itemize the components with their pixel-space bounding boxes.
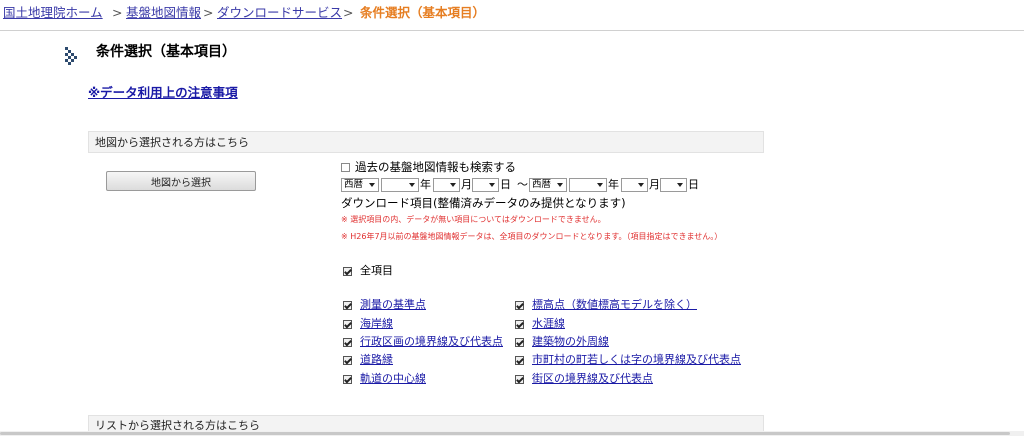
breadcrumb: 国土地理院ホーム > 基盤地図情報 > ダウンロードサービス > 条件選択（基本… — [0, 0, 1024, 31]
item-option[interactable]: 市町村の町若しくは字の境界線及び代表点 — [515, 353, 741, 367]
item-label-block-boundary[interactable]: 街区の境界線及び代表点 — [532, 372, 653, 385]
item-option[interactable]: 行政区画の境界線及び代表点 — [343, 335, 503, 349]
breadcrumb-home-link[interactable]: 国土地理院ホーム — [3, 0, 103, 26]
year-unit: 年 — [420, 178, 431, 191]
page-title: 条件選択（基本項目） — [96, 44, 236, 60]
day-unit: 日 — [688, 178, 699, 191]
item-option[interactable]: 道路縁 — [343, 353, 393, 367]
item-label-survey-points[interactable]: 測量の基準点 — [360, 298, 426, 311]
breadcrumb-separator: > — [203, 5, 214, 20]
item-option[interactable]: 標高点（数値標高モデルを除く） — [515, 298, 697, 312]
breadcrumb-separator: > — [343, 5, 354, 20]
to-era-select[interactable]: 西暦 — [529, 178, 567, 192]
checkbox-icon[interactable] — [515, 374, 524, 384]
breadcrumb-current: 条件選択（基本項目） — [360, 5, 486, 20]
select-from-map-button[interactable]: 地図から選択 — [106, 171, 256, 191]
checkbox-icon[interactable] — [343, 300, 352, 310]
past-search-option[interactable]: 過去の基盤地図情報も検索する — [341, 159, 516, 175]
item-option[interactable]: 海岸線 — [343, 317, 393, 331]
breadcrumb-separator: > — [112, 5, 123, 20]
item-label-rail-centerline[interactable]: 軌道の中心線 — [360, 372, 426, 385]
item-option[interactable]: 水涯線 — [515, 317, 565, 331]
item-label-admin-boundary[interactable]: 行政区画の境界線及び代表点 — [360, 335, 503, 348]
breadcrumb-download-link[interactable]: ダウンロードサービス — [217, 0, 342, 26]
checkbox-icon[interactable] — [515, 355, 524, 365]
checkbox-icon[interactable] — [343, 319, 352, 329]
from-month-select[interactable] — [433, 178, 460, 192]
day-unit: 日 — [500, 178, 511, 191]
checkbox-icon[interactable] — [515, 300, 524, 310]
checkbox-icon[interactable] — [343, 266, 352, 276]
month-unit: 月 — [461, 178, 472, 191]
double-chevron-icon — [65, 47, 77, 65]
to-day-select[interactable] — [660, 178, 687, 192]
checkbox-icon[interactable] — [343, 355, 352, 365]
checkbox-icon[interactable] — [343, 374, 352, 384]
item-option[interactable]: 街区の境界線及び代表点 — [515, 372, 653, 386]
year-unit: 年 — [608, 178, 619, 191]
item-label-road-edge[interactable]: 道路縁 — [360, 353, 393, 366]
item-label-building-outline[interactable]: 建築物の外周線 — [532, 335, 609, 348]
breadcrumb-kiban-link[interactable]: 基盤地図情報 — [126, 0, 201, 26]
item-option[interactable]: 建築物の外周線 — [515, 335, 609, 349]
checkbox-icon[interactable] — [515, 337, 524, 347]
scrollbar-thumb[interactable] — [0, 432, 1010, 435]
from-day-select[interactable] — [472, 178, 499, 192]
data-notice-link[interactable]: ※データ利用上の注意事項 — [88, 82, 238, 101]
item-label-elevation-points[interactable]: 標高点（数値標高モデルを除く） — [532, 298, 697, 311]
checkbox-icon[interactable] — [343, 337, 352, 347]
to-year-select[interactable] — [569, 178, 607, 192]
past-search-label: 過去の基盤地図情報も検索する — [355, 160, 516, 174]
to-month-select[interactable] — [621, 178, 648, 192]
download-items-label: ダウンロード項目(整備済みデータのみ提供となります) — [341, 196, 626, 210]
from-era-select[interactable]: 西暦 — [341, 178, 379, 192]
all-items-label: 全項目 — [360, 264, 393, 277]
all-items-option[interactable]: 全項目 — [343, 264, 393, 278]
item-label-town-boundary[interactable]: 市町村の町若しくは字の境界線及び代表点 — [532, 353, 741, 366]
checkbox-icon[interactable] — [515, 319, 524, 329]
month-unit: 月 — [649, 178, 660, 191]
warning-before-h26: ※ H26年7月以前の基盤地図情報データは、全項目のダウンロードとなります。（項… — [341, 232, 723, 241]
item-label-coastline[interactable]: 海岸線 — [360, 317, 393, 330]
item-option[interactable]: 軌道の中心線 — [343, 372, 426, 386]
item-option[interactable]: 測量の基準点 — [343, 298, 426, 312]
map-section-header: 地図から選択される方はこちら — [88, 131, 764, 153]
from-year-select[interactable] — [381, 178, 419, 192]
range-tilde: 〜 — [517, 178, 528, 191]
item-label-waterline[interactable]: 水涯線 — [532, 317, 565, 330]
warning-no-data: ※ 選択項目の内、データが無い項目についてはダウンロードできません。 — [341, 215, 606, 224]
checkbox-icon[interactable] — [341, 163, 350, 172]
